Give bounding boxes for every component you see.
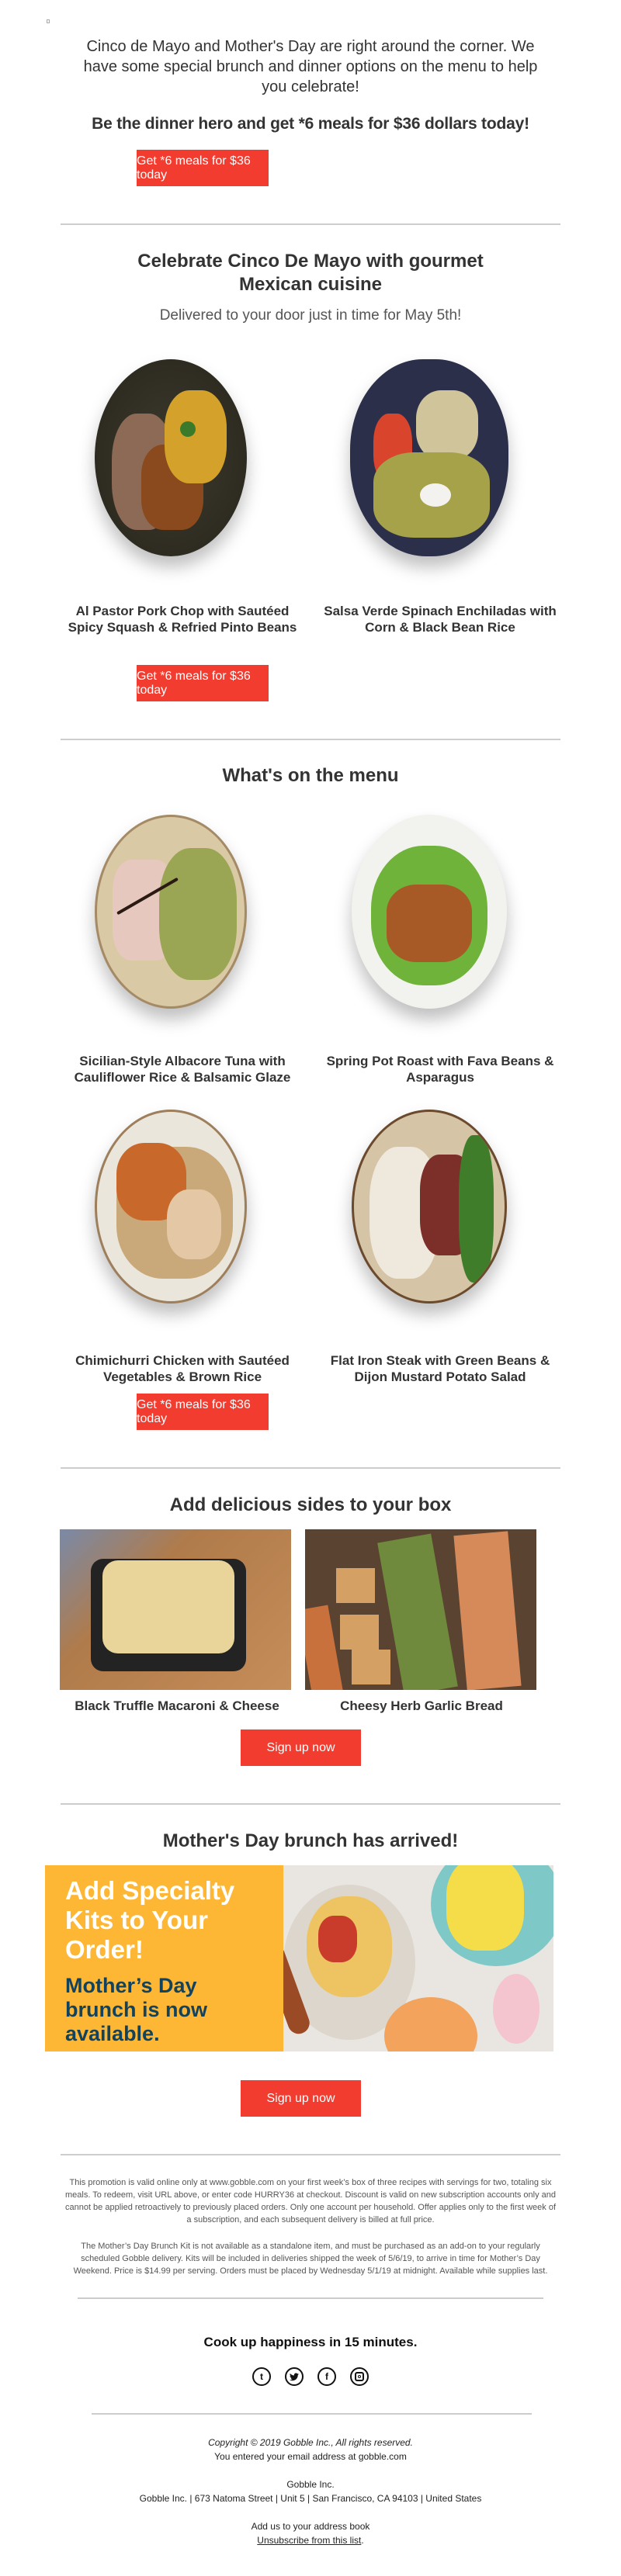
instagram-camera-glyph [355, 2372, 364, 2381]
cinco-cta-button[interactable]: Get *6 meals for $36 today [137, 665, 269, 701]
brunch-title: Mother's Day brunch has arrived! [162, 1830, 459, 1851]
banner-subheading: Mother’s Day brunch is now available. [65, 1974, 208, 2045]
twitter-bird-glyph [290, 2373, 299, 2380]
social-links: t f [0, 2367, 621, 2386]
copyright-text: Copyright © 2019 Gobble Inc., All rights… [208, 2437, 413, 2448]
side-title: Black Truffle Macaroni & Cheese [75, 1698, 279, 1713]
brunch-signup-button[interactable]: Sign up now [241, 2080, 361, 2117]
hero-cta-button[interactable]: Get *6 meals for $36 today [137, 150, 269, 186]
dish-title: Spring Pot Roast with Fava Beans & Aspar… [326, 1054, 554, 1085]
tumblr-icon[interactable]: t [252, 2367, 271, 2386]
dish-image-pot-roast[interactable] [336, 815, 522, 1009]
section-divider [61, 739, 560, 740]
side-image-garlic-bread[interactable] [305, 1529, 536, 1690]
sides-signup-label: Sign up now [266, 1740, 335, 1754]
company-name: Gobble Inc. [286, 2479, 335, 2490]
dish-title: Flat Iron Steak with Green Beans & Dijon… [330, 1353, 550, 1384]
dish-title: Al Pastor Pork Chop with Sautéed Spicy S… [68, 604, 297, 635]
sides-signup-button[interactable]: Sign up now [241, 1729, 361, 1766]
section-divider [61, 223, 560, 225]
section-divider [78, 2297, 543, 2299]
dish-image-chimichurri-chicken[interactable] [78, 1110, 264, 1304]
address-book-link[interactable]: Add us to your address book [0, 2519, 621, 2533]
hero-headline: Be the dinner hero and get *6 meals for … [92, 115, 529, 133]
brunch-signup-label: Sign up now [266, 2091, 335, 2105]
footer-divider [92, 2413, 532, 2415]
company-address: Gobble Inc. | 673 Natoma Street | Unit 5… [139, 2493, 482, 2504]
unsubscribe-link[interactable]: Unsubscribe from this list [257, 2535, 361, 2546]
tracking-pixel-placeholder [47, 19, 50, 23]
banner-text-panel: Add Specialty Kits to Your Order! Mother… [45, 1865, 283, 2051]
banner-heading: Add Specialty Kits to Your Order! [65, 1876, 235, 1964]
dish-image-salsa-verde[interactable] [336, 359, 522, 556]
dish-image-al-pastor[interactable] [78, 359, 264, 556]
side-image-mac-and-cheese[interactable] [60, 1529, 291, 1690]
unsubscribe-row: Unsubscribe from this list. [0, 2533, 621, 2547]
twitter-icon[interactable] [285, 2367, 304, 2386]
dish-image-flat-iron-steak[interactable] [336, 1110, 522, 1304]
cinco-cta-label: Get *6 meals for $36 today [137, 669, 251, 697]
intro-text: Cinco de Mayo and Mother's Day are right… [83, 38, 538, 95]
email-note: You entered your email address at gobble… [214, 2451, 407, 2462]
dish-title: Salsa Verde Spinach Enchiladas with Corn… [324, 604, 557, 635]
section-divider [61, 2154, 560, 2155]
unsubscribe-suffix: . [361, 2535, 364, 2546]
sides-title: Add delicious sides to your box [169, 1494, 452, 1515]
banner-brunch-photo [283, 1865, 553, 2051]
brunch-banner[interactable]: Add Specialty Kits to Your Order! Mother… [45, 1865, 553, 2051]
footer-tagline: Cook up happiness in 15 minutes. [203, 2335, 418, 2349]
menu-cta-button[interactable]: Get *6 meals for $36 today [137, 1394, 269, 1430]
dish-image-tuna[interactable] [78, 815, 264, 1009]
dish-title: Chimichurri Chicken with Sautéed Vegetab… [75, 1353, 290, 1384]
copyright: Copyright © 2019 Gobble Inc., All rights… [0, 2436, 621, 2450]
dish-title: Sicilian-Style Albacore Tuna with Caulif… [74, 1054, 291, 1085]
cinco-subtitle: Delivered to your door just in time for … [159, 307, 462, 324]
facebook-icon[interactable]: f [317, 2367, 336, 2386]
section-divider [61, 1803, 560, 1805]
section-divider [61, 1467, 560, 1469]
menu-cta-label: Get *6 meals for $36 today [137, 1397, 251, 1425]
instagram-icon[interactable] [350, 2367, 369, 2386]
side-title: Cheesy Herb Garlic Bread [340, 1698, 503, 1713]
promo-terms: This promotion is valid online only at w… [64, 2178, 557, 2225]
cinco-title: Celebrate Cinco De Mayo with gourmet Mex… [137, 251, 484, 295]
hero-cta-label: Get *6 meals for $36 today [137, 154, 251, 182]
menu-title: What's on the menu [222, 765, 399, 786]
brunch-terms: The Mother’s Day Brunch Kit is not avail… [73, 2242, 548, 2276]
